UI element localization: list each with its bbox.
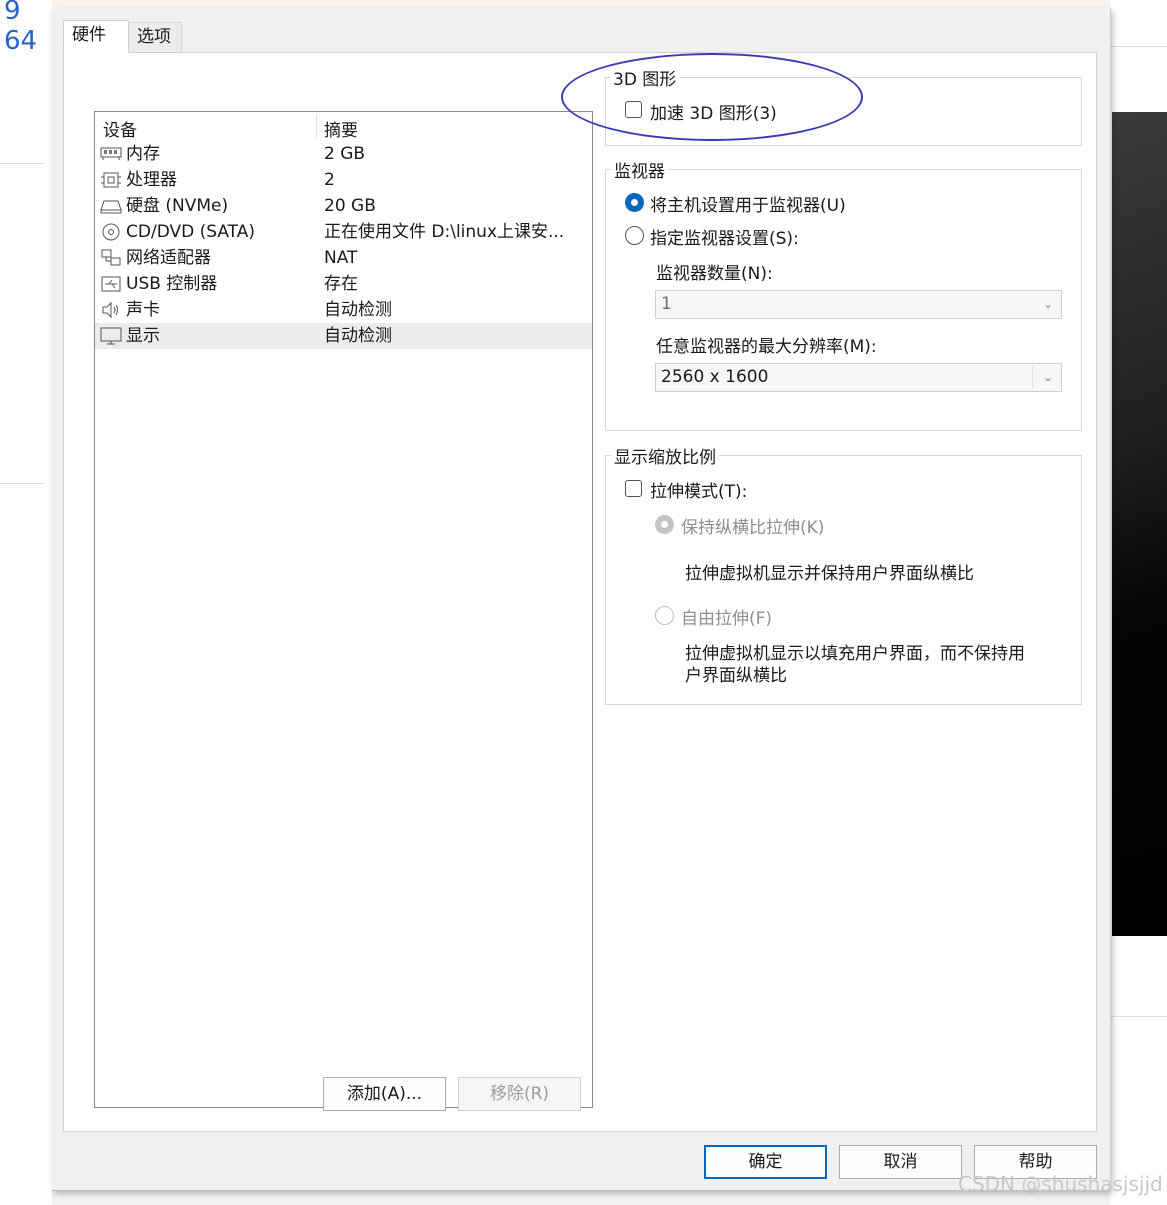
use-host-settings-label[interactable]: 将主机设置用于监视器(U) bbox=[650, 191, 846, 216]
ok-button[interactable]: 确定 bbox=[704, 1145, 827, 1179]
processor-icon bbox=[100, 171, 122, 189]
free-stretch-radio[interactable] bbox=[655, 606, 674, 625]
vm-settings-dialog: 硬件 选项 设备 摘要 内存 2 GB 处理器 2 硬盘 (NVMe) 20 G… bbox=[52, 8, 1111, 1191]
device-name: 显示 bbox=[126, 326, 160, 346]
device-row-usb-controller[interactable]: USB 控制器 存在 bbox=[95, 271, 592, 297]
device-name: 内存 bbox=[126, 144, 160, 164]
background-divider bbox=[1110, 1016, 1167, 1017]
background-divider bbox=[0, 163, 44, 164]
device-summary: 2 bbox=[324, 170, 335, 190]
device-row-hard-disk[interactable]: 硬盘 (NVMe) 20 GB bbox=[95, 193, 592, 219]
device-row-processor[interactable]: 处理器 2 bbox=[95, 167, 592, 193]
monitor-count-select[interactable]: 1 ⌄ bbox=[655, 290, 1062, 319]
device-summary: 20 GB bbox=[324, 196, 376, 216]
cancel-button[interactable]: 取消 bbox=[839, 1145, 962, 1179]
monitor-count-value: 1 bbox=[661, 294, 672, 314]
display-scaling-title: 显示缩放比例 bbox=[611, 443, 719, 468]
column-divider[interactable] bbox=[316, 114, 317, 138]
device-row-cd-dvd[interactable]: CD/DVD (SATA) 正在使用文件 D:\linux上课安... bbox=[95, 219, 592, 245]
specify-monitor-settings-radio[interactable] bbox=[625, 226, 644, 245]
free-stretch-description-line2: 户界面纵横比 bbox=[685, 666, 787, 686]
accelerate-3d-label[interactable]: 加速 3D 图形(3) bbox=[650, 99, 777, 124]
device-summary: 正在使用文件 D:\linux上课安... bbox=[324, 222, 565, 242]
max-resolution-value: 2560 x 1600 bbox=[661, 367, 769, 387]
hardware-panel: 设备 摘要 内存 2 GB 处理器 2 硬盘 (NVMe) 20 GB CD/D… bbox=[63, 52, 1097, 1132]
keep-aspect-stretch-label[interactable]: 保持纵横比拉伸(K) bbox=[681, 513, 824, 538]
watermark: CSDN @shushasjsjjd bbox=[958, 1172, 1163, 1196]
background-window-text: 9 64 bbox=[4, 0, 38, 56]
device-summary: NAT bbox=[324, 248, 358, 268]
sound-icon bbox=[100, 301, 122, 319]
device-name: 处理器 bbox=[126, 170, 177, 190]
device-name: 硬盘 (NVMe) bbox=[126, 196, 229, 216]
device-row-network-adapter[interactable]: 网络适配器 NAT bbox=[95, 245, 592, 271]
memory-icon bbox=[100, 145, 122, 163]
graphics-3d-title: 3D 图形 bbox=[610, 65, 680, 90]
stretch-mode-label[interactable]: 拉伸模式(T): bbox=[650, 477, 747, 502]
device-summary: 自动检测 bbox=[324, 300, 392, 320]
free-stretch-label[interactable]: 自由拉伸(F) bbox=[681, 604, 772, 629]
remove-button[interactable]: 移除(R) bbox=[458, 1077, 581, 1111]
usb-icon bbox=[100, 275, 122, 293]
device-list[interactable]: 设备 摘要 内存 2 GB 处理器 2 硬盘 (NVMe) 20 GB CD/D… bbox=[94, 111, 593, 1108]
stretch-mode-checkbox[interactable] bbox=[625, 480, 642, 497]
select-divider bbox=[1032, 366, 1033, 389]
device-row-memory[interactable]: 内存 2 GB bbox=[95, 141, 592, 167]
display-icon bbox=[100, 327, 122, 345]
hard-disk-icon bbox=[100, 197, 122, 215]
device-name: 网络适配器 bbox=[126, 248, 211, 268]
use-host-settings-radio[interactable] bbox=[625, 193, 644, 212]
column-header-device[interactable]: 设备 bbox=[103, 116, 137, 141]
device-summary: 2 GB bbox=[324, 144, 366, 164]
device-list-header: 设备 摘要 bbox=[95, 112, 592, 141]
device-name: CD/DVD (SATA) bbox=[126, 222, 255, 242]
cd-dvd-icon bbox=[100, 223, 122, 241]
device-summary: 存在 bbox=[324, 274, 358, 294]
device-name: 声卡 bbox=[126, 300, 160, 320]
network-adapter-icon bbox=[100, 249, 122, 267]
accelerate-3d-checkbox[interactable] bbox=[625, 101, 642, 118]
column-header-summary[interactable]: 摘要 bbox=[324, 116, 358, 141]
chevron-down-icon: ⌄ bbox=[1042, 297, 1053, 311]
max-resolution-select[interactable]: 2560 x 1600 ⌄ bbox=[655, 363, 1062, 392]
tab-hardware[interactable]: 硬件 bbox=[63, 20, 129, 53]
chevron-down-icon: ⌄ bbox=[1042, 370, 1053, 384]
monitor-title: 监视器 bbox=[611, 157, 668, 182]
max-resolution-label: 任意监视器的最大分辨率(M): bbox=[656, 337, 877, 357]
background-divider bbox=[0, 483, 44, 484]
keep-aspect-description: 拉伸虚拟机显示并保持用户界面纵横比 bbox=[685, 564, 974, 584]
device-summary: 自动检测 bbox=[324, 326, 392, 346]
background-window-left: 9 64 bbox=[0, 0, 52, 1205]
keep-aspect-stretch-radio[interactable] bbox=[655, 515, 674, 534]
tab-options[interactable]: 选项 bbox=[128, 22, 182, 52]
add-button[interactable]: 添加(A)... bbox=[323, 1077, 446, 1111]
background-divider bbox=[1110, 46, 1167, 47]
device-row-display[interactable]: 显示 自动检测 bbox=[95, 323, 592, 349]
specify-monitor-settings-label[interactable]: 指定监视器设置(S): bbox=[650, 224, 799, 249]
monitor-count-label: 监视器数量(N): bbox=[656, 264, 773, 284]
background-vm-screen bbox=[1112, 112, 1167, 936]
device-row-sound-card[interactable]: 声卡 自动检测 bbox=[95, 297, 592, 323]
device-name: USB 控制器 bbox=[126, 274, 218, 294]
